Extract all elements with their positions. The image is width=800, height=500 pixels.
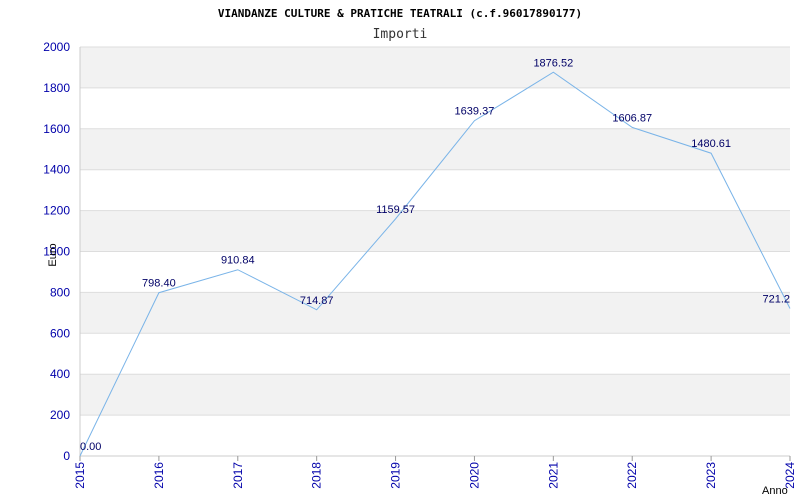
- data-label: 1876.52: [533, 57, 573, 69]
- x-tick-label: 2019: [389, 462, 403, 489]
- y-tick-label: 600: [50, 326, 70, 340]
- line-chart: VIANDANZE CULTURE & PRATICHE TEATRALI (c…: [43, 7, 797, 497]
- grid-band: [80, 47, 790, 88]
- grid-band: [80, 128, 790, 170]
- y-tick-label: 800: [50, 285, 70, 299]
- data-label: 1480.61: [691, 138, 731, 150]
- data-label: 0.00: [80, 441, 101, 453]
- x-tick-label: 2015: [73, 462, 87, 489]
- y-tick-label: 200: [50, 408, 70, 422]
- y-tick-label: 2000: [43, 40, 70, 54]
- data-label: 721.2: [762, 294, 790, 306]
- y-tick-label: 1400: [43, 163, 70, 177]
- data-label: 910.84: [221, 255, 255, 267]
- chart-title: VIANDANZE CULTURE & PRATICHE TEATRALI (c…: [218, 7, 582, 20]
- y-tick-label: 1600: [43, 122, 70, 136]
- x-tick-label: 2022: [625, 462, 639, 489]
- y-tick-label: 400: [50, 367, 70, 381]
- y-axis-label: Euro: [47, 243, 59, 266]
- data-label: 1159.57: [376, 204, 415, 216]
- y-tick-label: 1200: [43, 204, 70, 218]
- grid-bands: [80, 47, 790, 416]
- x-tick-label: 2016: [152, 462, 166, 489]
- y-tick-label: 1800: [43, 81, 70, 95]
- grid-band: [80, 374, 790, 416]
- x-tick-label: 2018: [310, 462, 324, 489]
- x-tick-labels: 2015 2016 2017 2018 2019 2020 2021 2022 2023 2024: [73, 456, 797, 489]
- chart-subtitle: Importi: [373, 27, 428, 42]
- x-tick-label: 2023: [704, 462, 718, 489]
- x-axis-label: Anno: [762, 485, 788, 497]
- x-tick-label: 2020: [467, 462, 481, 489]
- data-label: 714.87: [300, 295, 334, 307]
- data-label: 1606.87: [612, 112, 652, 124]
- grid-band: [80, 292, 790, 334]
- data-label: 798.40: [142, 278, 176, 290]
- x-tick-label: 2017: [231, 462, 245, 489]
- data-label: 1639.37: [455, 106, 495, 118]
- y-tick-label: 0: [63, 449, 70, 463]
- grid-band: [80, 210, 790, 252]
- x-tick-label: 2021: [546, 462, 560, 489]
